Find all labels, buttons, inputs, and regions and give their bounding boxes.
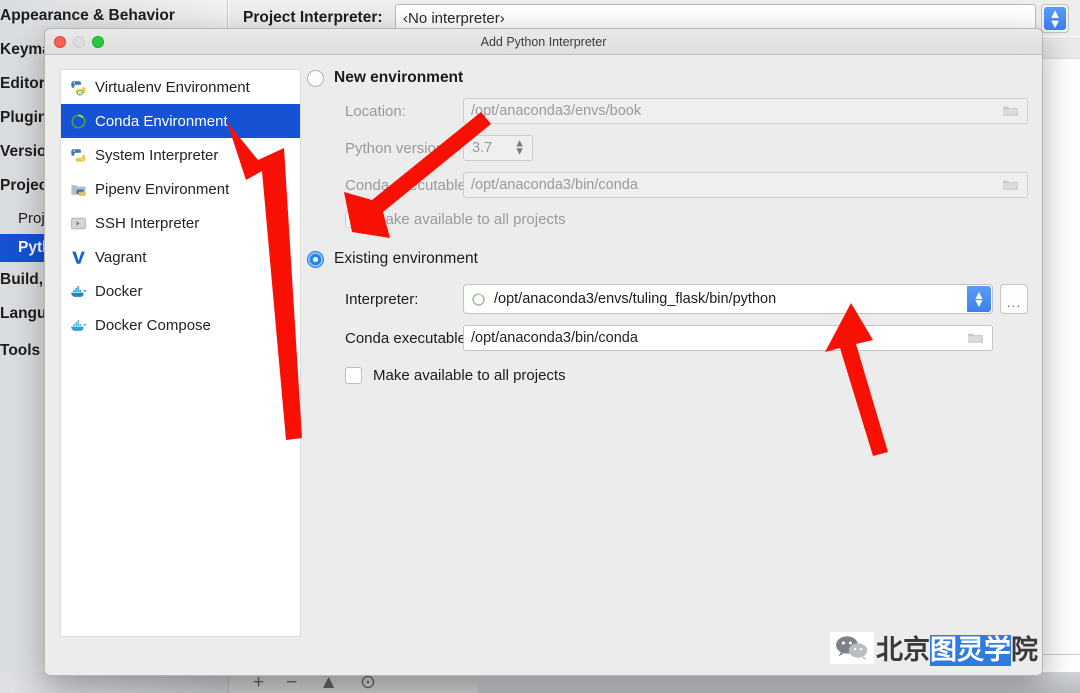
python-icon bbox=[70, 147, 87, 164]
minimize-icon[interactable] bbox=[73, 36, 85, 48]
python-version-stepper[interactable]: 3.7 ▲ ▼ bbox=[463, 135, 533, 161]
project-interpreter-label: Project Interpreter: bbox=[243, 9, 383, 26]
maximize-icon[interactable] bbox=[92, 36, 104, 48]
existing-conda-executable-value: /opt/anaconda3/bin/conda bbox=[471, 330, 638, 346]
list-item-label: Virtualenv Environment bbox=[95, 78, 250, 96]
dialog-titlebar: Add Python Interpreter bbox=[45, 29, 1042, 55]
sidebar-item-label: Editor bbox=[0, 75, 45, 92]
interpreter-dropdown-arrows-icon[interactable]: ▲ ▼ bbox=[967, 286, 991, 312]
sidebar-item-project[interactable] bbox=[0, 0, 228, 28]
new-environment-label: New environment bbox=[334, 69, 464, 86]
existing-environment-radio[interactable] bbox=[307, 250, 324, 268]
sidebar-item-label: Tools bbox=[0, 342, 41, 359]
list-item-virtualenv-environment[interactable]: v Virtualenv Environment bbox=[61, 70, 300, 104]
existing-make-available-checkbox[interactable] bbox=[345, 367, 362, 384]
project-interpreter-spinner[interactable]: ▲ ▼ bbox=[1044, 7, 1066, 30]
environment-form: New environment Location: /opt/anaconda3… bbox=[307, 69, 1028, 661]
new-make-available-row[interactable]: Make available to all projects bbox=[307, 211, 1028, 228]
interpreter-label: Interpreter: bbox=[345, 290, 419, 308]
list-item-label: System Interpreter bbox=[95, 146, 219, 164]
list-item-conda-environment[interactable]: Conda Environment bbox=[61, 104, 300, 138]
project-interpreter-value: ‹No interpreter› bbox=[403, 9, 505, 27]
python-version-label: Python version: bbox=[345, 139, 449, 157]
dialog-title: Add Python Interpreter bbox=[480, 34, 607, 49]
existing-environment-radio-row[interactable]: Existing environment bbox=[307, 250, 1028, 268]
list-item-system-interpreter[interactable]: System Interpreter bbox=[61, 138, 300, 172]
new-conda-executable-value: /opt/anaconda3/bin/conda bbox=[471, 177, 638, 193]
location-row: Location: /opt/anaconda3/envs/book bbox=[307, 98, 1028, 124]
project-interpreter-spinner-wrap: ▲ ▼ bbox=[1041, 4, 1069, 33]
interpreter-value: /opt/anaconda3/envs/tuling_flask/bin/pyt… bbox=[494, 291, 777, 307]
vagrant-v-icon bbox=[70, 249, 87, 266]
interpreter-row: Interpreter: /opt/anaconda3/envs/tuling_… bbox=[307, 284, 1028, 314]
conda-circle-icon bbox=[471, 292, 486, 307]
new-environment-radio-row[interactable]: New environment bbox=[307, 69, 1028, 87]
existing-make-available-label: Make available to all projects bbox=[373, 367, 566, 384]
location-input[interactable]: /opt/anaconda3/envs/book bbox=[463, 98, 1028, 124]
environment-type-list[interactable]: v Virtualenv Environment Conda Environme… bbox=[60, 69, 301, 637]
watermark-suffix: 院 bbox=[1011, 635, 1038, 666]
list-item-label: SSH Interpreter bbox=[95, 214, 200, 232]
watermark-text: 北京图灵学院 bbox=[876, 628, 1038, 667]
python-version-row: Python version: 3.7 ▲ ▼ bbox=[307, 135, 1028, 161]
watermark: 北京图灵学院 bbox=[830, 628, 1038, 667]
dialog-body: v Virtualenv Environment Conda Environme… bbox=[45, 55, 1042, 675]
new-conda-executable-row: Conda executable: /opt/anaconda3/bin/con… bbox=[307, 172, 1028, 198]
conda-circle-icon bbox=[70, 113, 87, 130]
list-item-ssh-interpreter[interactable]: SSH Interpreter bbox=[61, 206, 300, 240]
folder-icon[interactable] bbox=[1002, 179, 1019, 192]
existing-environment-label: Existing environment bbox=[334, 250, 478, 267]
list-item-label: Pipenv Environment bbox=[95, 180, 230, 198]
list-item-pipenv-environment[interactable]: Pipenv Environment bbox=[61, 172, 300, 206]
list-item-label: Vagrant bbox=[95, 248, 147, 266]
new-make-available-label: Make available to all projects bbox=[373, 211, 566, 228]
docker-whale-icon bbox=[70, 283, 87, 300]
interpreter-browse-button[interactable]: ... bbox=[1000, 284, 1028, 314]
list-item-label: Docker Compose bbox=[95, 316, 211, 334]
existing-conda-executable-label: Conda executable: bbox=[345, 329, 471, 347]
folder-icon[interactable] bbox=[967, 332, 984, 345]
window-controls bbox=[54, 29, 104, 55]
list-item-vagrant[interactable]: Vagrant bbox=[61, 240, 300, 274]
python-version-value: 3.7 bbox=[472, 140, 493, 156]
list-item-label: Conda Environment bbox=[95, 112, 228, 130]
python-virtualenv-icon: v bbox=[70, 79, 87, 96]
wechat-icon bbox=[830, 631, 874, 664]
existing-make-available-row[interactable]: Make available to all projects bbox=[307, 367, 1028, 384]
close-icon[interactable] bbox=[54, 36, 66, 48]
interpreter-combobox[interactable]: /opt/anaconda3/envs/tuling_flask/bin/pyt… bbox=[463, 284, 993, 314]
new-conda-executable-input[interactable]: /opt/anaconda3/bin/conda bbox=[463, 172, 1028, 198]
list-item-docker[interactable]: Docker bbox=[61, 274, 300, 308]
existing-conda-executable-input[interactable]: /opt/anaconda3/bin/conda bbox=[463, 325, 993, 351]
ssh-terminal-icon bbox=[70, 215, 87, 232]
list-item-label: Docker bbox=[95, 282, 143, 300]
watermark-prefix: 北京 bbox=[876, 635, 930, 666]
folder-icon[interactable] bbox=[1002, 105, 1019, 118]
new-make-available-checkbox[interactable] bbox=[345, 211, 362, 228]
existing-conda-executable-row: Conda executable: /opt/anaconda3/bin/con… bbox=[307, 325, 1028, 351]
location-value: /opt/anaconda3/envs/book bbox=[471, 103, 642, 119]
pipenv-folder-icon bbox=[70, 181, 87, 198]
stepper-arrows-icon[interactable]: ▲ ▼ bbox=[514, 138, 525, 156]
new-conda-executable-label: Conda executable: bbox=[345, 176, 471, 194]
new-environment-radio[interactable] bbox=[307, 69, 324, 87]
docker-compose-icon bbox=[70, 317, 87, 334]
add-python-interpreter-dialog: Add Python Interpreter v Virtualenv Envi… bbox=[44, 28, 1043, 676]
list-item-docker-compose[interactable]: Docker Compose bbox=[61, 308, 300, 342]
watermark-highlight: 图灵学 bbox=[930, 635, 1011, 666]
location-label: Location: bbox=[345, 102, 406, 120]
